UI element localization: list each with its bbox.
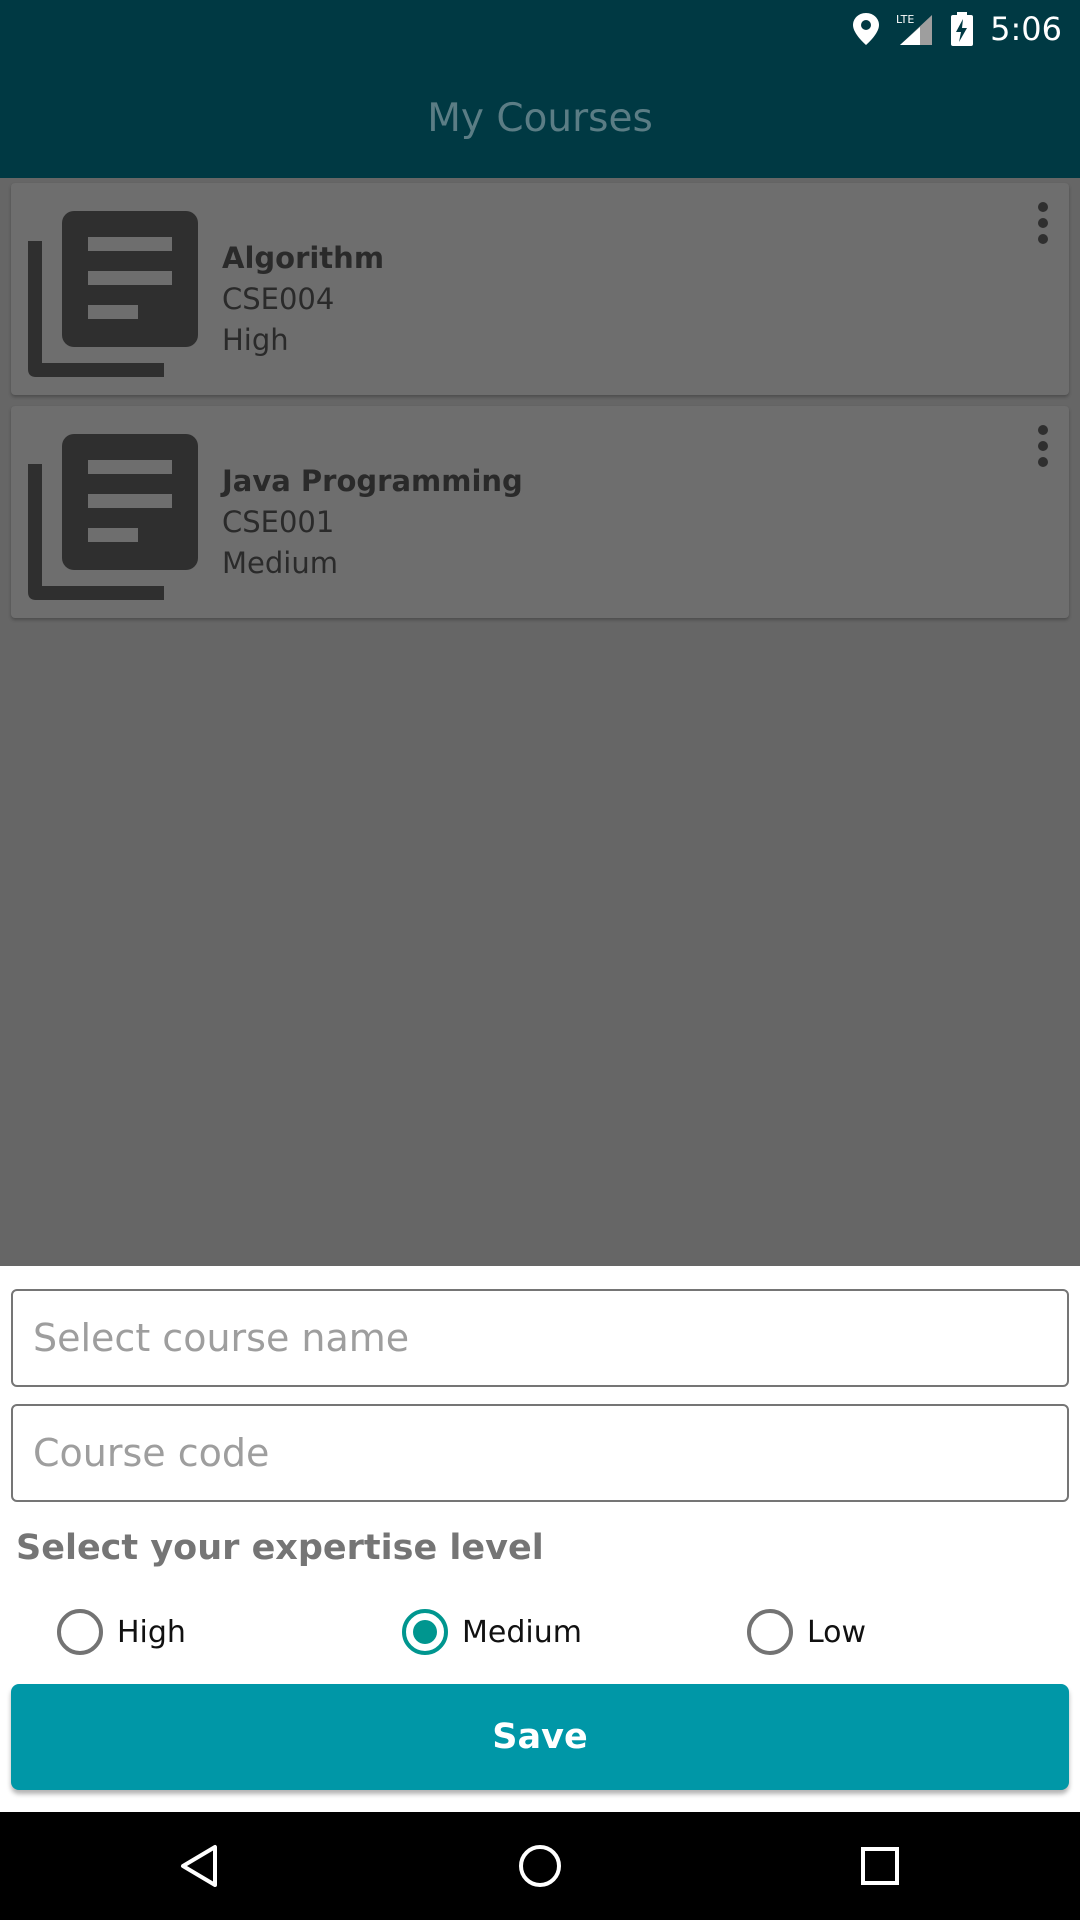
add-course-sheet: Select your expertise level High Medium …: [0, 1266, 1080, 1812]
course-level: Medium: [222, 546, 338, 580]
recents-icon: [861, 1847, 899, 1885]
course-card-java-programming[interactable]: Java Programming CSE001 Medium: [11, 406, 1069, 618]
recents-button[interactable]: [840, 1826, 920, 1906]
course-name: Java Programming: [222, 464, 523, 498]
expertise-label: Select your expertise level: [16, 1528, 544, 1568]
save-button[interactable]: Save: [11, 1684, 1069, 1790]
radio-button-low[interactable]: [747, 1609, 793, 1655]
library-books-icon: [28, 211, 198, 377]
page-title: My Courses: [427, 95, 653, 141]
status-time: 5:06: [990, 10, 1062, 48]
battery-charging-icon: [951, 12, 974, 46]
course-level: High: [222, 323, 289, 357]
course-code: CSE001: [222, 505, 335, 539]
more-vert-icon[interactable]: [1031, 201, 1055, 245]
course-info: Algorithm CSE004 High: [222, 237, 384, 361]
radio-option-medium[interactable]: Medium: [402, 1602, 582, 1662]
radio-option-low[interactable]: Low: [747, 1602, 866, 1662]
back-button[interactable]: [161, 1826, 241, 1906]
network-label: LTE: [896, 13, 914, 26]
course-info: Java Programming CSE001 Medium: [222, 460, 523, 584]
radio-label-high: High: [117, 1614, 186, 1650]
navigation-bar: [0, 1812, 1080, 1920]
home-button[interactable]: [500, 1826, 580, 1906]
course-name-input[interactable]: [13, 1291, 1067, 1385]
radio-label-medium: Medium: [462, 1614, 582, 1650]
radio-label-low: Low: [807, 1614, 867, 1650]
course-list: Algorithm CSE004 High Java Programming C…: [0, 178, 1080, 1266]
course-card-algorithm[interactable]: Algorithm CSE004 High: [11, 183, 1069, 395]
radio-option-high[interactable]: High: [57, 1602, 186, 1662]
course-code-field: [11, 1404, 1069, 1502]
course-name-field: [11, 1289, 1069, 1387]
radio-button-medium[interactable]: [402, 1609, 448, 1655]
app-bar: My Courses: [0, 58, 1080, 178]
library-books-icon: [28, 434, 198, 600]
location-icon: [853, 13, 880, 45]
radio-button-high[interactable]: [57, 1609, 103, 1655]
more-vert-icon[interactable]: [1031, 424, 1055, 468]
home-icon: [519, 1845, 561, 1887]
course-code-input[interactable]: [13, 1406, 1067, 1500]
back-icon: [181, 1845, 217, 1887]
course-code: CSE004: [222, 282, 335, 316]
course-name: Algorithm: [222, 241, 385, 275]
lte-signal-icon: LTE: [896, 13, 933, 45]
status-bar: LTE 5:06: [0, 0, 1080, 58]
status-icons: LTE 5:06: [852, 0, 1062, 58]
